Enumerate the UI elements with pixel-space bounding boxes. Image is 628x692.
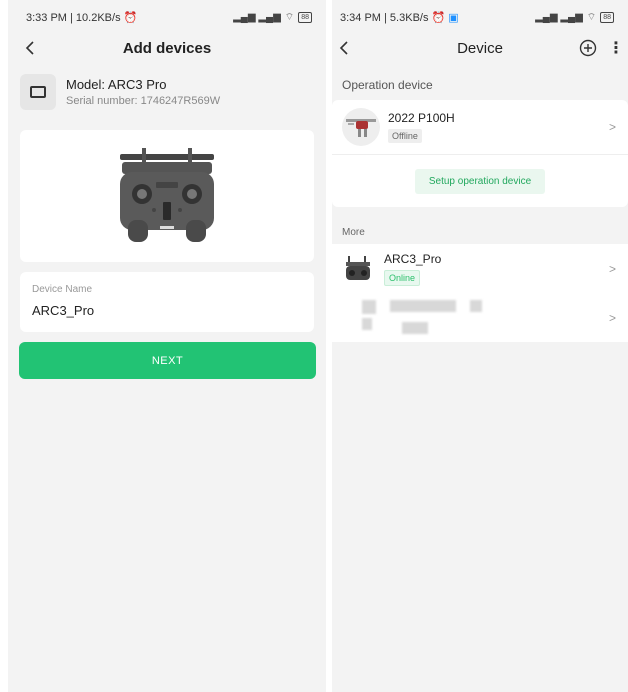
chevron-right-icon: > <box>608 311 616 325</box>
status-indicators: ▂▄▆ ▂▄▆ ⌔ 88 <box>233 11 312 24</box>
page-title: Add devices <box>122 39 212 57</box>
chevron-right-icon: > <box>608 262 616 276</box>
model-info: Model: ARC3 Pro Serial number: 1746247R5… <box>20 74 326 110</box>
operation-device-row[interactable]: 2022 P100H Offline > <box>332 100 628 154</box>
app-bar: Add devices <box>8 34 326 62</box>
device-name: 2022 P100H <box>388 110 455 125</box>
back-button[interactable] <box>18 36 42 60</box>
setup-operation-device-button[interactable]: Setup operation device <box>414 168 546 194</box>
app-notification-icon: ▣ <box>448 11 459 24</box>
operation-device-label: Operation device <box>342 78 433 92</box>
model-name: Model: ARC3 Pro <box>66 77 167 92</box>
drone-icon <box>342 108 380 146</box>
device-name-label: Device Name <box>32 284 93 295</box>
serial-number: Serial number: 1746247R569W <box>66 95 221 107</box>
chevron-right-icon: > <box>608 120 616 134</box>
signal-icon: ▂▄▆ ▂▄▆ <box>233 11 281 23</box>
alarm-icon: ⏰ <box>431 11 446 24</box>
device-screen: 3:34 PM | 5.3KB/s ⏰ ▣ ▂▄▆ ▂▄▆ ⌔ 88 Devic… <box>332 0 628 692</box>
remote-controller-image <box>120 148 214 242</box>
remote-controller-icon <box>342 251 374 287</box>
status-indicators: ▂▄▆ ▂▄▆ ⌔ 88 <box>535 11 614 24</box>
alarm-icon: ⏰ <box>123 11 138 24</box>
redacted-device-row[interactable]: > <box>332 294 628 342</box>
status-bar: 3:34 PM | 5.3KB/s ⏰ ▣ ▂▄▆ ▂▄▆ ⌔ 88 <box>332 0 628 34</box>
more-vertical-icon: ⋮ <box>608 40 624 57</box>
controller-frame-icon <box>20 74 56 110</box>
status-badge: Offline <box>388 128 422 143</box>
chevron-left-icon <box>339 41 348 55</box>
operation-device-card: 2022 P100H Offline > Setup operation dev… <box>332 100 628 207</box>
next-button[interactable]: NEXT <box>19 342 316 379</box>
more-devices-list: ARC3_Pro Online > > <box>332 244 628 342</box>
device-name: ARC3_Pro <box>384 252 442 266</box>
app-bar: Device ⋮ <box>332 34 628 62</box>
more-options-button[interactable]: ⋮ <box>608 36 624 60</box>
plus-circle-icon <box>579 39 597 57</box>
wifi-icon: ⌔ <box>586 11 597 23</box>
device-name-field[interactable]: Device Name <box>20 272 314 332</box>
status-time: 3:33 PM | 10.2KB/s ⏰ <box>26 11 138 24</box>
battery-icon: 88 <box>600 11 614 23</box>
battery-icon: 88 <box>298 11 312 23</box>
status-bar: 3:33 PM | 10.2KB/s ⏰ ▂▄▆ ▂▄▆ ⌔ 88 <box>8 0 326 34</box>
device-image-card <box>20 130 314 262</box>
add-device-button[interactable] <box>576 36 600 60</box>
back-button[interactable] <box>332 36 356 60</box>
wifi-icon: ⌔ <box>284 11 295 23</box>
chevron-left-icon <box>25 41 34 55</box>
more-device-row[interactable]: ARC3_Pro Online > <box>332 244 628 294</box>
status-badge: Online <box>384 270 421 286</box>
status-time: 3:34 PM | 5.3KB/s ⏰ ▣ <box>340 11 459 24</box>
signal-icon: ▂▄▆ ▂▄▆ <box>535 11 583 23</box>
device-name-input[interactable] <box>32 303 302 318</box>
add-devices-screen: 3:33 PM | 10.2KB/s ⏰ ▂▄▆ ▂▄▆ ⌔ 88 Add de… <box>8 0 326 692</box>
more-section-label: More <box>342 227 365 238</box>
